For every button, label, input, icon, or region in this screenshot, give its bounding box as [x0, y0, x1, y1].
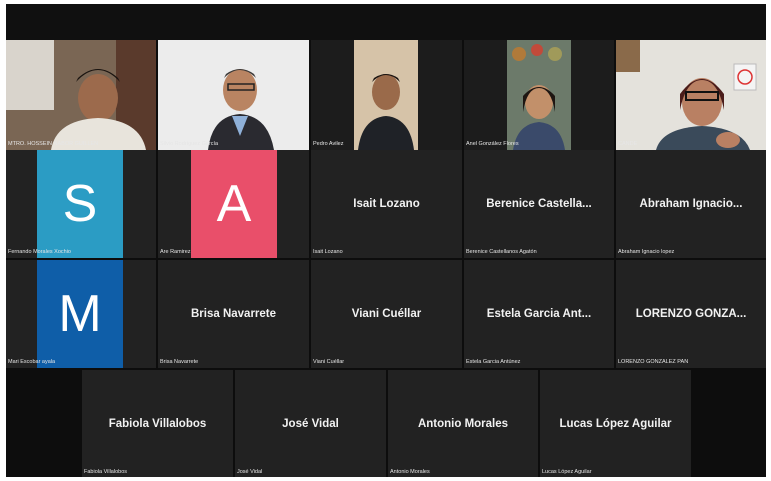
- participant-display-name: Fabiola Villalobos: [108, 418, 207, 430]
- participant-tile-video[interactable]: Anel González Flores: [464, 40, 614, 150]
- participant-tile[interactable]: Viani Cuéllar Viani Cuéllar: [311, 260, 462, 368]
- participant-tile[interactable]: M Mari Escobar ayala: [6, 260, 156, 368]
- participant-video: [6, 40, 156, 150]
- participant-display-name: Lucas López Aguilar: [559, 418, 672, 430]
- participant-name: Viani Cuéllar: [313, 359, 345, 365]
- participant-tile-video[interactable]: CANDE: [616, 40, 766, 150]
- participant-video: [507, 40, 571, 150]
- participant-name: Fabiola Villalobos: [84, 469, 128, 475]
- participant-tile[interactable]: Isait Lozano Isait Lozano: [311, 150, 462, 258]
- participant-tile[interactable]: Antonio Morales Antonio Morales: [388, 370, 538, 477]
- participant-display-name: José Vidal: [282, 418, 339, 430]
- participant-tile[interactable]: LORENZO GONZA... LORENZO GONZALEZ PAN: [616, 260, 766, 368]
- participant-video: [158, 40, 309, 150]
- participant-name: Lucas López Aguilar: [542, 469, 592, 475]
- participant-tile[interactable]: Berenice Castella... Berenice Castellano…: [464, 150, 614, 258]
- participant-name: MTRO. HOSSEIN NABOR GUILLEN: [8, 141, 99, 147]
- participant-avatar: S: [37, 150, 123, 258]
- participant-tile[interactable]: Lucas López Aguilar Lucas López Aguilar: [540, 370, 691, 477]
- participant-name: Anel González Flores: [466, 141, 519, 147]
- participant-name: CANDE: [618, 141, 638, 147]
- video-call-window: MTRO. HOSSEIN NABOR GUILLEN Silvio Rodrí…: [6, 4, 766, 477]
- participant-name: Berenice Castellanos Agatón: [466, 249, 537, 255]
- participant-video: [354, 40, 418, 150]
- participant-display-name: Isait Lozano: [353, 198, 420, 210]
- avatar-letter: A: [216, 175, 252, 233]
- participant-display-name: Berenice Castella...: [486, 198, 592, 210]
- participant-name: Estela Garcia Antúnez: [466, 359, 521, 365]
- participant-name: Silvio Rodríguez García: [160, 141, 219, 147]
- avatar-letter: M: [58, 285, 102, 343]
- participant-display-name: Abraham Ignacio...: [639, 198, 743, 210]
- top-bar: [6, 4, 766, 40]
- participant-avatar: M: [37, 260, 123, 368]
- participant-name: Are Ramirez: [160, 249, 191, 255]
- participant-tile-video[interactable]: Silvio Rodríguez García: [158, 40, 309, 150]
- participant-display-name: Estela Garcia Ant...: [486, 308, 592, 320]
- participant-display-name: Viani Cuéllar: [351, 308, 422, 320]
- participant-name: Abraham Ignacio lopez: [618, 249, 675, 255]
- participant-name: Brisa Navarrete: [160, 359, 199, 365]
- participant-display-name: LORENZO GONZA...: [635, 308, 747, 320]
- participant-tile[interactable]: Brisa Navarrete Brisa Navarrete: [158, 260, 309, 368]
- participant-tile-video[interactable]: Pedro Avilez: [311, 40, 462, 150]
- participant-name: Fernando Morales Xochio: [8, 249, 71, 255]
- participant-tile[interactable]: Abraham Ignacio... Abraham Ignacio lopez: [616, 150, 766, 258]
- participant-tile[interactable]: Fabiola Villalobos Fabiola Villalobos: [82, 370, 233, 477]
- participant-tile[interactable]: A Are Ramirez: [158, 150, 309, 258]
- participant-name: Antonio Morales: [390, 469, 430, 475]
- participant-tile[interactable]: S Fernando Morales Xochio: [6, 150, 156, 258]
- participant-avatar: A: [191, 150, 277, 258]
- participant-name: LORENZO GONZALEZ PAN: [618, 359, 689, 365]
- participant-tile-video[interactable]: MTRO. HOSSEIN NABOR GUILLEN: [6, 40, 156, 150]
- participant-name: Pedro Avilez: [313, 141, 344, 147]
- participant-display-name: Brisa Navarrete: [190, 308, 277, 320]
- participant-name: Mari Escobar ayala: [8, 359, 56, 365]
- participant-name: José Vidal: [237, 469, 263, 475]
- participant-video: [616, 40, 766, 150]
- participant-tile[interactable]: Estela Garcia Ant... Estela Garcia Antún…: [464, 260, 614, 368]
- participant-tile[interactable]: José Vidal José Vidal: [235, 370, 386, 477]
- avatar-letter: S: [62, 175, 98, 233]
- participant-display-name: Antonio Morales: [417, 418, 509, 430]
- participant-name: Isait Lozano: [313, 249, 343, 255]
